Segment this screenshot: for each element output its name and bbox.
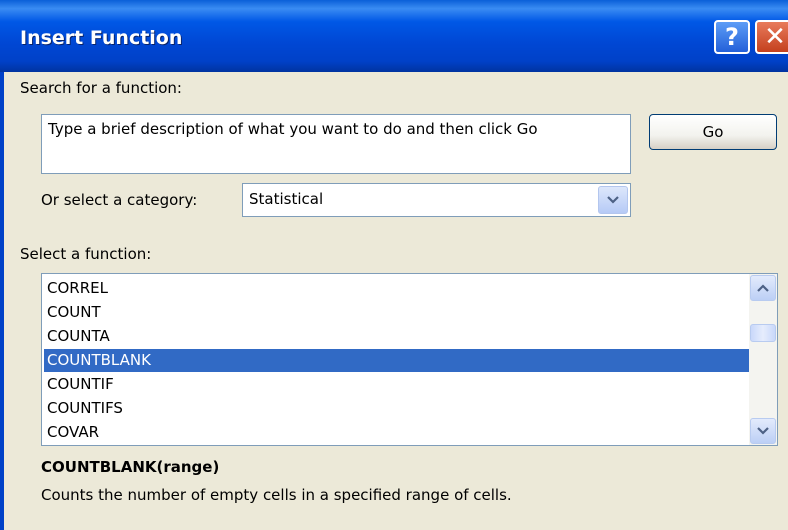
search-label: Search for a function: — [20, 79, 182, 97]
go-button[interactable]: Go — [649, 114, 777, 150]
function-list[interactable]: CORREL COUNT COUNTA COUNTBLANK COUNTIF COUNTI… — [41, 273, 778, 446]
list-item[interactable]: COUNTIF — [44, 373, 752, 396]
dropdown-button[interactable] — [598, 186, 628, 214]
list-item[interactable]: COUNTBLANK — [44, 349, 752, 372]
function-description: Counts the number of empty cells in a sp… — [41, 486, 512, 504]
scroll-down-button[interactable] — [750, 418, 776, 444]
chevron-down-icon — [757, 427, 769, 435]
scroll-up-button[interactable] — [750, 275, 776, 301]
category-label: Or select a category: — [41, 191, 198, 209]
close-icon: ✕ — [764, 22, 786, 52]
scroll-thumb[interactable] — [750, 324, 776, 342]
chevron-up-icon — [757, 284, 769, 292]
list-item[interactable]: COUNTIFS — [44, 397, 752, 420]
category-value: Statistical — [249, 190, 324, 208]
title-bar: Insert Function ? ✕ — [0, 0, 788, 72]
help-icon: ? — [725, 23, 739, 51]
window-title: Insert Function — [20, 27, 183, 49]
window-frame-left — [0, 72, 4, 530]
list-item[interactable]: CORREL — [44, 277, 752, 300]
close-button[interactable]: ✕ — [755, 20, 788, 54]
list-item[interactable]: COUNT — [44, 301, 752, 324]
chevron-down-icon — [607, 196, 619, 204]
list-item[interactable]: COUNTA — [44, 325, 752, 348]
list-item[interactable]: COVAR — [44, 421, 752, 444]
help-button[interactable]: ? — [714, 20, 750, 54]
scrollbar[interactable] — [749, 274, 777, 445]
search-input[interactable]: Type a brief description of what you wan… — [41, 114, 631, 174]
category-select[interactable]: Statistical — [242, 183, 631, 217]
function-syntax: COUNTBLANK(range) — [41, 458, 220, 476]
function-list-label: Select a function: — [20, 245, 152, 263]
